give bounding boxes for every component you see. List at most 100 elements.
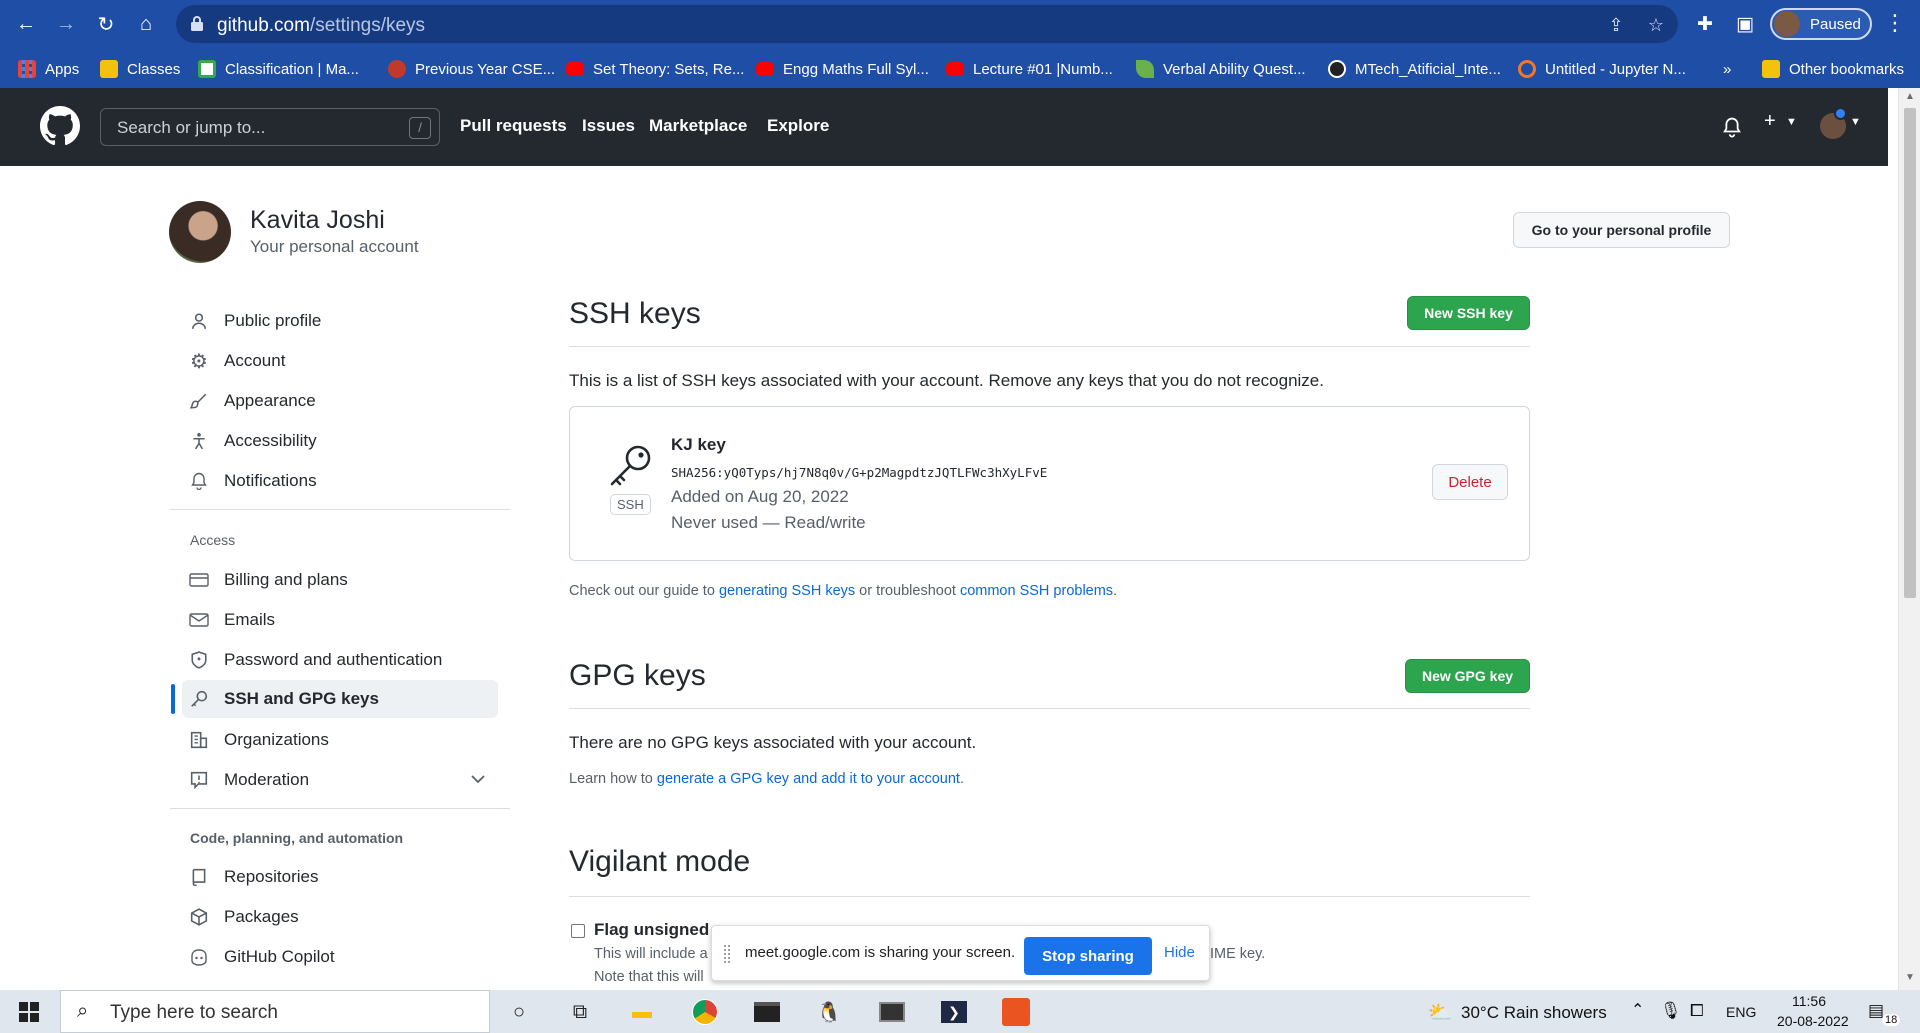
linux-penguin-icon[interactable]: 🐧 [813,996,845,1028]
key-icon [188,688,210,710]
sidebar-item-copilot[interactable]: GitHub Copilot [182,938,498,976]
credit-card-icon [188,569,210,591]
chevron-up-icon[interactable]: ⌃ [1631,1000,1644,1020]
new-ssh-key-button[interactable]: New SSH key [1407,296,1530,330]
go-to-profile-button[interactable]: Go to your personal profile [1513,212,1730,248]
page-scrollbar[interactable]: ▲ ▼ [1898,88,1920,990]
scroll-down-arrow-icon[interactable]: ▼ [1905,972,1915,983]
sidebar-item-label: Account [224,351,286,370]
bookmark-jupyter[interactable]: Untitled - Jupyter N... [1518,55,1686,83]
chevron-down-icon[interactable]: ▼ [1786,116,1797,128]
sidebar-item-public-profile[interactable]: Public profile [182,302,498,340]
delete-ssh-key-button[interactable]: Delete [1432,464,1508,500]
profile-button[interactable]: Paused [1770,8,1872,40]
sidebar-item-packages[interactable]: Packages [182,898,498,936]
weather-icon[interactable]: ⛅ [1424,996,1456,1028]
home-icon[interactable]: ⌂ [130,8,162,40]
sidebar-item-label: Accessibility [224,431,317,450]
display-icon[interactable]: ⧠ [1690,1001,1704,1021]
nav-explore[interactable]: Explore [767,116,829,136]
sidebar-item-label: Organizations [224,730,329,749]
language-indicator[interactable]: ENG [1726,1004,1756,1020]
chevron-down-icon[interactable] [470,774,486,784]
section-divider [569,896,1530,897]
sidebar-divider [170,509,510,510]
weather-text[interactable]: 30°C Rain showers [1461,1003,1607,1023]
bookmark-classification[interactable]: Classification | Ma... [198,55,359,83]
other-bookmarks[interactable]: Other bookmarks [1762,55,1904,83]
file-explorer-icon[interactable]: ▬ [626,996,658,1028]
drag-handle-icon[interactable] [724,945,730,963]
sidebar-item-billing[interactable]: Billing and plans [182,561,498,599]
flag-unsigned-label: Flag unsigned [594,920,710,939]
stop-sharing-button[interactable]: Stop sharing [1024,937,1152,975]
more-bookmarks-icon[interactable]: » [1723,55,1731,83]
package-icon [188,906,210,928]
nav-issues[interactable]: Issues [582,116,635,136]
chrome-menu-icon[interactable]: ⋮ [1884,10,1906,36]
forward-arrow-icon[interactable]: → [50,8,82,40]
sidebar-item-appearance[interactable]: Appearance [182,382,498,420]
powershell-icon[interactable]: ❯ [938,996,970,1028]
windows-start-icon[interactable] [19,1002,39,1022]
bookmark-mtech-ai[interactable]: MTech_Atificial_Inte... [1328,55,1501,83]
monitor-app-icon[interactable] [876,996,908,1028]
nav-marketplace[interactable]: Marketplace [649,116,747,136]
ssh-intro-text: This is a list of SSH keys associated wi… [569,371,1324,390]
common-ssh-problems-link[interactable]: common SSH problems [960,583,1113,599]
nav-pull-requests[interactable]: Pull requests [460,116,567,136]
sidebar-item-label: Packages [224,907,299,926]
cortana-icon[interactable]: ○ [503,996,535,1028]
taskbar-search-input[interactable]: ⌕ Type here to search [60,990,490,1033]
sidebar-item-label: Repositories [224,867,319,886]
flag-unsigned-checkbox[interactable] [571,924,585,938]
sidebar-item-notifications[interactable]: Notifications [182,462,498,500]
bookmark-classes[interactable]: Classes [100,55,180,83]
bookmark-lecture-01[interactable]: Lecture #01 |Numb... [946,55,1113,83]
ubuntu-icon[interactable] [1000,996,1032,1028]
bell-icon[interactable] [1723,116,1741,138]
generating-ssh-keys-link[interactable]: generating SSH keys [719,583,855,599]
sidebar-item-label: Moderation [224,770,310,789]
task-view-icon[interactable]: ⧉ [564,996,596,1028]
sidebar-item-accessibility[interactable]: Accessibility [182,422,498,460]
share-icon[interactable]: ⇪ [1605,14,1627,36]
bookmark-apps[interactable]: Apps [18,55,79,83]
lock-icon [191,16,203,31]
back-arrow-icon[interactable]: ← [10,8,42,40]
clock-time[interactable]: 11:56 [1792,993,1826,1009]
sidebar-item-password-auth[interactable]: Password and authentication [182,641,498,679]
reload-icon[interactable]: ↻ [90,8,122,40]
side-panel-icon[interactable]: ▣ [1733,12,1757,36]
scroll-up-arrow-icon[interactable]: ▲ [1905,91,1915,102]
bookmark-previous-year[interactable]: Previous Year CSE... [388,55,555,83]
address-bar[interactable]: github.com/settings/keys ⇪ ☆ [176,5,1678,43]
sidebar-item-moderation[interactable]: Moderation [182,761,498,799]
generate-gpg-key-link[interactable]: generate a GPG key and add it to your ac… [657,771,960,787]
sidebar-item-repositories[interactable]: Repositories [182,858,498,896]
ssh-guide-text: Check out our guide to generating SSH ke… [569,583,1118,599]
gpg-learn-text: Learn how to generate a GPG key and add … [569,771,964,787]
search-input[interactable]: Search or jump to... / [100,108,440,146]
star-icon[interactable]: ☆ [1645,14,1667,36]
chrome-icon[interactable] [689,996,721,1028]
sidebar-item-ssh-gpg-keys[interactable]: SSH and GPG keys [182,680,498,718]
ssh-badge: SSH [610,494,651,515]
sidebar-item-emails[interactable]: Emails [182,601,498,639]
ssh-key-title: KJ key [671,435,726,454]
chevron-down-icon[interactable]: ▼ [1850,116,1861,128]
sidebar-item-account[interactable]: ⚙ Account [182,342,498,380]
bookmark-set-theory[interactable]: Set Theory: Sets, Re... [566,55,744,83]
hide-button[interactable]: Hide [1164,944,1195,961]
bookmark-engg-maths[interactable]: Engg Maths Full Syl... [756,55,929,83]
github-logo-icon[interactable] [40,106,80,146]
extensions-puzzle-icon[interactable]: ✚ [1693,12,1717,36]
terminal-icon[interactable] [751,996,783,1028]
scroll-thumb[interactable] [1904,108,1916,598]
microphone-icon[interactable]: 🎙 [1660,1001,1682,1021]
create-new-plus-icon[interactable]: + [1764,110,1776,133]
sidebar-item-organizations[interactable]: Organizations [182,721,498,759]
clock-date[interactable]: 20-08-2022 [1777,1013,1849,1029]
bookmark-verbal-ability[interactable]: Verbal Ability Quest... [1136,55,1306,83]
new-gpg-key-button[interactable]: New GPG key [1405,659,1530,693]
